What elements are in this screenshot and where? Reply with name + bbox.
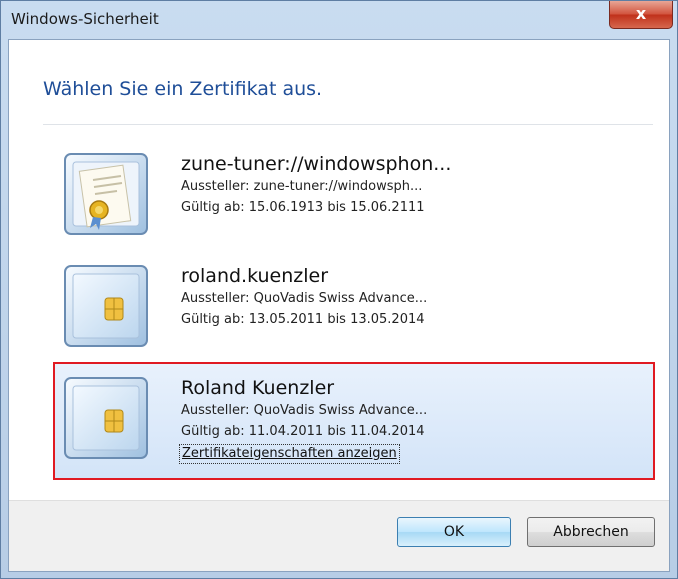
dialog-body: Wählen Sie ein Zertifikat aus. zune-tune… [8, 39, 670, 572]
ok-button[interactable]: OK [397, 517, 511, 547]
certificate-name: Roland Kuenzler [181, 377, 335, 399]
certificate-validity: Gültig ab: 15.06.1913 bis 15.06.2111 [181, 200, 425, 215]
title-bar[interactable]: Windows-Sicherheit x [1, 1, 677, 39]
smartcard-icon [63, 376, 149, 460]
certificate-item[interactable]: zune-tuner://windowsphon... Aussteller: … [53, 142, 473, 246]
certificate-item[interactable]: roland.kuenzler Aussteller: QuoVadis Swi… [53, 254, 473, 358]
certificate-issuer: Aussteller: QuoVadis Swiss Advance... [181, 403, 428, 418]
certificate-item-selected[interactable]: Roland Kuenzler Aussteller: QuoVadis Swi… [53, 362, 655, 480]
certificate-issuer: Aussteller: QuoVadis Swiss Advance... [181, 291, 428, 306]
certificate-name: zune-tuner://windowsphon... [181, 153, 452, 175]
dialog-heading: Wählen Sie ein Zertifikat aus. [43, 78, 323, 100]
security-dialog-window: Windows-Sicherheit x Wählen Sie ein Zert… [0, 0, 678, 579]
close-button[interactable]: x [609, 1, 673, 29]
divider [43, 124, 653, 125]
certificate-validity: Gültig ab: 11.04.2011 bis 11.04.2014 [181, 424, 425, 439]
window-title: Windows-Sicherheit [11, 10, 159, 28]
certificate-validity: Gültig ab: 13.05.2011 bis 13.05.2014 [181, 312, 425, 327]
cancel-button[interactable]: Abbrechen [527, 517, 655, 547]
certificate-name: roland.kuenzler [181, 265, 329, 287]
button-bar: OK Abbrechen [9, 500, 669, 571]
certificate-seal-icon [63, 152, 149, 236]
smartcard-icon [63, 264, 149, 348]
view-certificate-properties-link[interactable]: Zertifikateigenschaften anzeigen [179, 444, 400, 464]
certificate-issuer: Aussteller: zune-tuner://windowsph... [181, 179, 423, 194]
